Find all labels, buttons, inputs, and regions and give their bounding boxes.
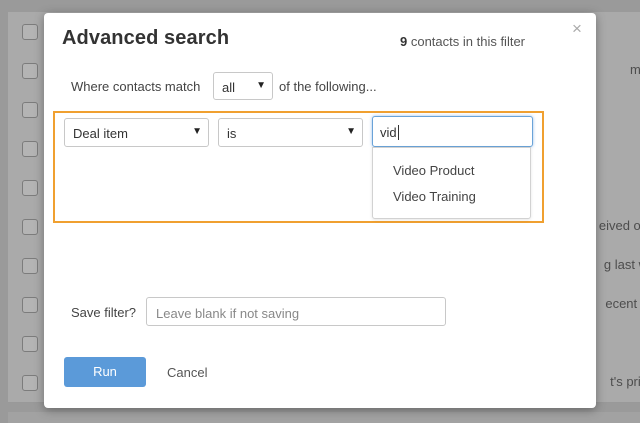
row-snippet: t's prin xyxy=(610,374,640,389)
row-checkbox[interactable] xyxy=(22,336,38,352)
advanced-search-dialog: Advanced search 9 contacts in this filte… xyxy=(44,13,596,408)
caret-down-icon: ▼ xyxy=(192,126,202,137)
caret-down-icon: ▼ xyxy=(346,126,356,137)
list-footer xyxy=(8,412,640,423)
match-suffix-label: of the following... xyxy=(279,79,377,94)
row-checkbox[interactable] xyxy=(22,141,38,157)
row-checkbox[interactable] xyxy=(22,180,38,196)
save-filter-label: Save filter? xyxy=(71,305,137,320)
row-checkbox[interactable] xyxy=(22,219,38,235)
row-checkbox[interactable] xyxy=(22,63,38,79)
rule-field-value: Deal item xyxy=(73,126,128,141)
suggestion-item[interactable]: Video Training xyxy=(393,189,476,204)
suggestion-dropdown: Video Product Video Training xyxy=(372,147,531,219)
close-icon[interactable]: × xyxy=(570,20,584,37)
row-snippet: mo xyxy=(629,62,640,77)
rule-operator-value: is xyxy=(227,126,237,141)
save-filter-placeholder: Leave blank if not saving xyxy=(156,306,300,321)
suggestion-item[interactable]: Video Product xyxy=(393,163,474,178)
row-checkbox[interactable] xyxy=(22,375,38,391)
dialog-title: Advanced search xyxy=(62,27,230,49)
cancel-button[interactable]: Cancel xyxy=(167,365,207,380)
caret-down-icon: ▼ xyxy=(256,80,266,91)
rule-value-text: vid xyxy=(380,125,397,140)
row-checkbox[interactable] xyxy=(22,24,38,40)
row-checkbox[interactable] xyxy=(22,258,38,274)
rule-field-select[interactable]: Deal item ▼ xyxy=(64,118,209,147)
row-checkbox[interactable] xyxy=(22,297,38,313)
match-mode-value: all xyxy=(222,80,236,95)
run-button[interactable]: Run xyxy=(64,357,146,387)
row-snippet: ecent n xyxy=(605,296,640,311)
rule-value-input[interactable]: vid xyxy=(372,116,533,147)
row-checkbox[interactable] xyxy=(22,102,38,118)
row-snippet: g last w xyxy=(603,257,640,272)
row-snippet: eived ou xyxy=(598,218,640,233)
text-cursor xyxy=(397,125,399,140)
save-filter-input[interactable]: Leave blank if not saving xyxy=(146,297,446,326)
match-mode-select[interactable]: all ▼ xyxy=(213,72,273,100)
contact-count: 9 contacts in this filter xyxy=(400,34,525,49)
match-prefix-label: Where contacts match xyxy=(71,79,201,94)
rule-operator-select[interactable]: is ▼ xyxy=(218,118,363,147)
contact-count-label: contacts in this filter xyxy=(407,34,526,49)
